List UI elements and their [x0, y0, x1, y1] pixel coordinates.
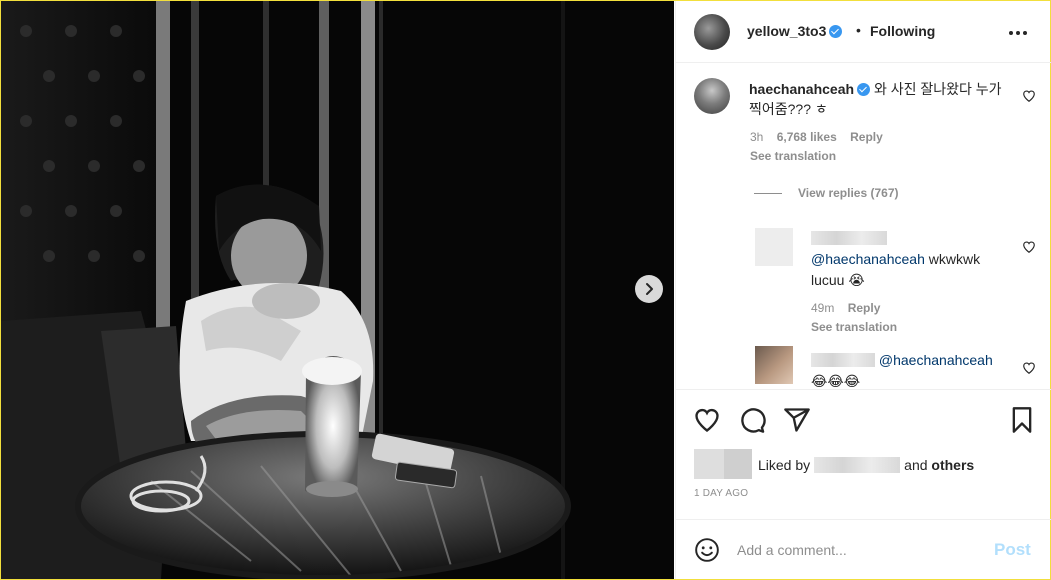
verified-badge-icon — [857, 83, 871, 96]
liker-avatar[interactable] — [724, 449, 752, 479]
following-button[interactable]: Following — [870, 23, 935, 39]
reply-meta: 49m Reply — [811, 301, 880, 315]
replies-divider — [754, 192, 782, 194]
comment-body: haechanahceah 와 사진 잘나왔다 누가 찍어줌??? ㅎ — [749, 79, 1014, 119]
heart-icon[interactable] — [693, 406, 721, 434]
add-comment-bar: Post — [676, 519, 1051, 579]
reply-username-redacted[interactable] — [811, 353, 875, 367]
comment-like-heart-icon[interactable] — [1022, 89, 1036, 103]
reply-mention-link[interactable]: @haechanahceah — [879, 352, 993, 368]
comment-time[interactable]: 3h — [750, 130, 763, 144]
reply-button[interactable]: Reply — [848, 301, 881, 315]
verified-badge-icon — [829, 25, 843, 38]
author-avatar[interactable] — [694, 14, 730, 50]
commenter-avatar[interactable] — [694, 78, 730, 114]
photo-image — [1, 1, 674, 579]
post-timestamp[interactable]: 1 DAY AGO — [694, 488, 748, 499]
more-options-icon[interactable] — [1006, 21, 1030, 45]
reply-mention-link[interactable]: @haechanahceah — [811, 251, 925, 267]
smiley-icon[interactable] — [694, 537, 720, 563]
likes-others-link[interactable]: others — [931, 457, 974, 473]
reply-like-heart-icon[interactable] — [1022, 240, 1036, 254]
comment-likes-count[interactable]: 6,768 likes — [777, 130, 837, 144]
reply-body: @haechanahceah wkwkwk lucuu 😭 — [811, 228, 1011, 291]
reply-emoji: 😂😂😂 — [811, 373, 861, 389]
view-replies-button[interactable]: View replies (767) — [754, 186, 899, 200]
comment-username[interactable]: haechanahceah — [749, 81, 854, 97]
share-icon[interactable] — [783, 406, 811, 434]
reply-like-heart-icon[interactable] — [1022, 361, 1036, 375]
post-header: yellow_3to3 • Following — [676, 1, 1051, 63]
reply-time[interactable]: 49m — [811, 301, 834, 315]
liked-by-label: Liked by — [758, 457, 811, 473]
comment-meta: 3h 6,768 likes Reply — [750, 130, 883, 144]
reply-body: @haechanahceah 😂😂😂 — [811, 350, 1011, 389]
reply-button[interactable]: Reply — [850, 130, 883, 144]
reply-username-redacted[interactable] — [811, 231, 887, 245]
reply-avatar[interactable] — [755, 228, 793, 266]
post-photo[interactable] — [1, 1, 674, 579]
post-actions: Liked by and others 1 DAY AGO — [676, 389, 1051, 519]
post-comment-button[interactable]: Post — [994, 540, 1031, 560]
comment-icon[interactable] — [738, 406, 766, 434]
see-translation-button[interactable]: See translation — [811, 320, 897, 334]
see-translation-button[interactable]: See translation — [750, 149, 836, 163]
bookmark-icon[interactable] — [1008, 406, 1036, 434]
liker-username-redacted[interactable] — [814, 457, 901, 473]
likes-summary: Liked by and others — [758, 457, 974, 473]
next-photo-button[interactable] — [635, 275, 663, 303]
likes-and-label: and — [904, 457, 928, 473]
comment-input[interactable] — [737, 539, 977, 561]
post-details-panel: yellow_3to3 • Following haechanahceah 와 … — [675, 1, 1051, 579]
reply-avatar[interactable] — [755, 346, 793, 384]
view-replies-label: View replies (767) — [798, 186, 899, 200]
header-separator: • — [856, 22, 861, 38]
liker-avatar[interactable] — [694, 449, 726, 479]
reply-emoji: 😭 — [848, 272, 865, 288]
author-username[interactable]: yellow_3to3 — [747, 23, 843, 39]
chevron-right-icon — [646, 283, 653, 295]
comments-list[interactable]: haechanahceah 와 사진 잘나왔다 누가 찍어줌??? ㅎ 3h 6… — [676, 64, 1051, 389]
